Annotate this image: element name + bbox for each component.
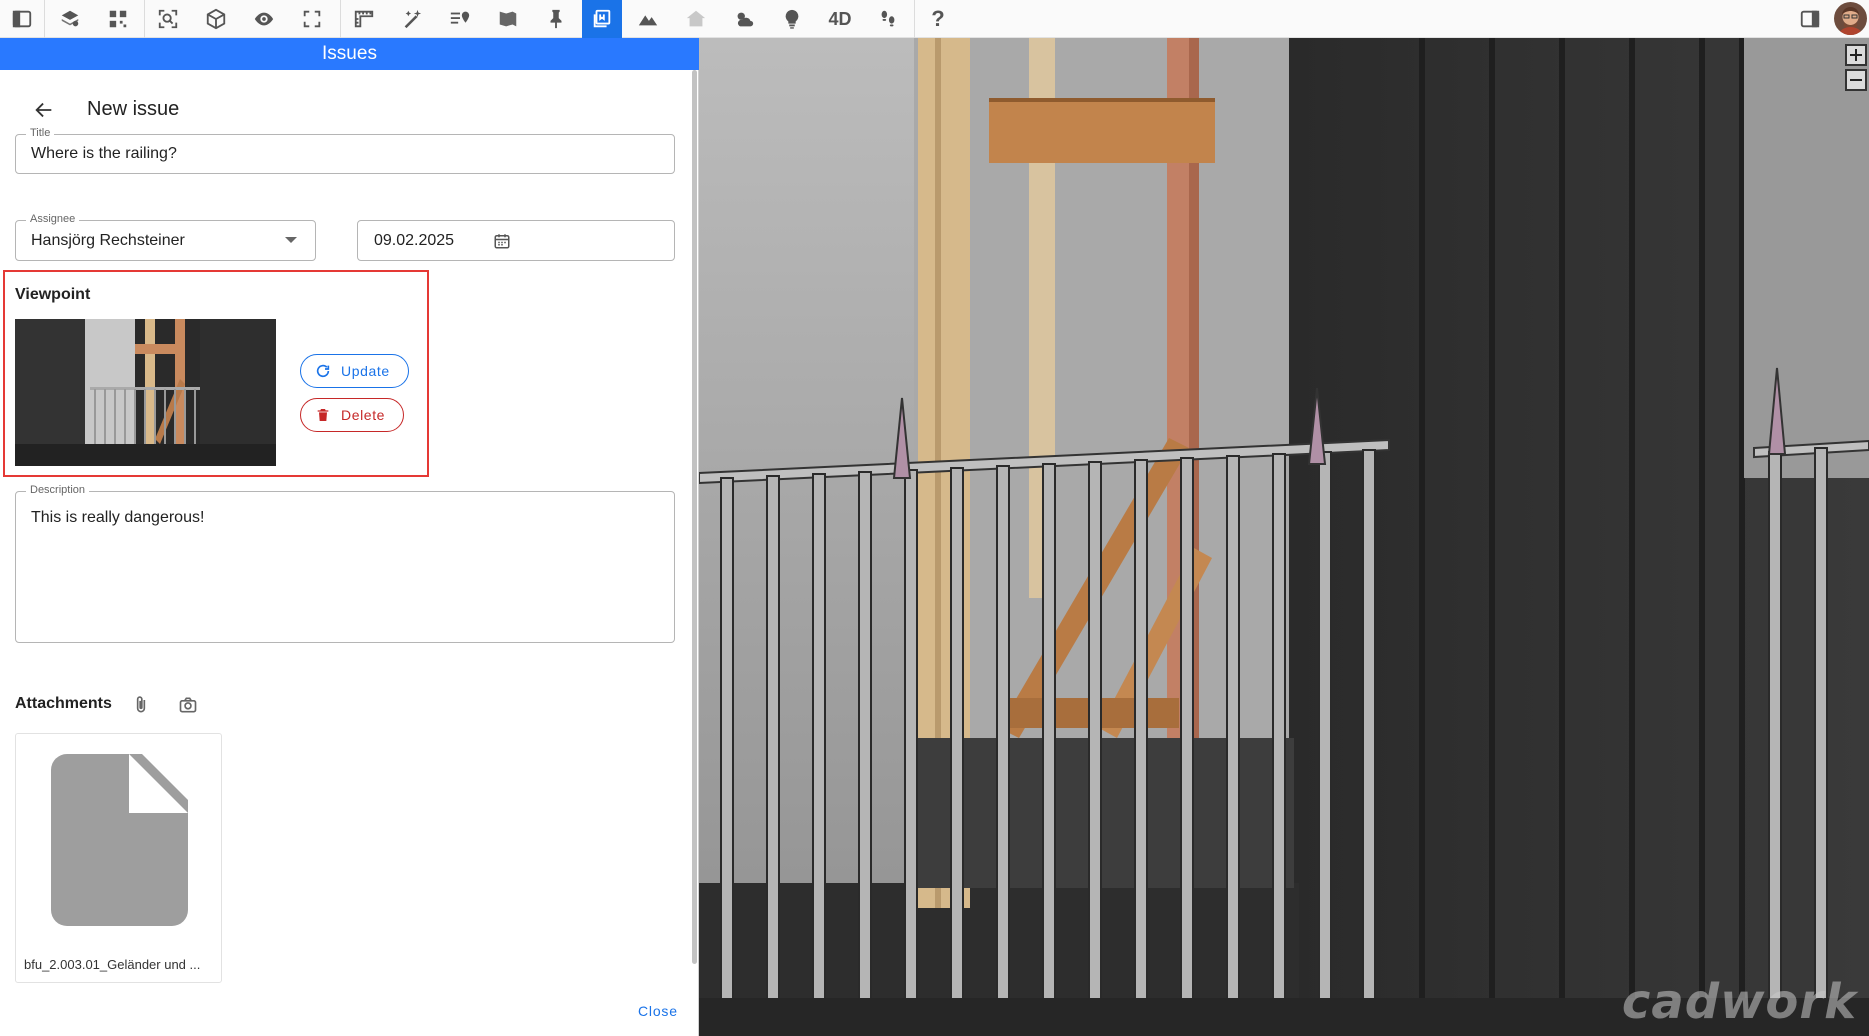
- sidebar-toggle-icon[interactable]: [2, 0, 42, 38]
- fullscreen-icon[interactable]: [292, 0, 332, 38]
- light-bulb-icon[interactable]: [772, 0, 812, 38]
- 3d-scene: [699, 38, 1869, 1036]
- walk-icon[interactable]: [868, 0, 908, 38]
- description-value[interactable]: This is really dangerous!: [31, 509, 204, 527]
- refresh-icon: [316, 364, 330, 378]
- issues-icon[interactable]: [582, 0, 622, 38]
- terrain-icon[interactable]: [628, 0, 668, 38]
- 3d-viewport[interactable]: cadwork: [699, 38, 1869, 1036]
- user-avatar[interactable]: [1834, 2, 1867, 35]
- description-label: Description: [26, 484, 90, 496]
- help-icon[interactable]: ?: [918, 0, 958, 38]
- issues-panel: Issues New issue Title Where is the rail…: [0, 38, 699, 1036]
- minus-icon: [1850, 79, 1862, 81]
- close-button[interactable]: Close: [638, 1003, 678, 1019]
- cadwork-watermark: cadwork: [1621, 974, 1857, 1030]
- assignee-select[interactable]: Assignee Hansjörg Rechsteiner: [15, 213, 316, 261]
- calendar-icon[interactable]: [493, 232, 511, 250]
- camera-icon[interactable]: [178, 695, 198, 715]
- location-list-icon[interactable]: [440, 0, 480, 38]
- title-field-value[interactable]: Where is the railing?: [31, 145, 177, 163]
- help-text: ?: [931, 6, 945, 31]
- update-button-label: Update: [341, 363, 390, 379]
- section-box-icon[interactable]: [488, 0, 528, 38]
- qr-code-icon[interactable]: [98, 0, 138, 38]
- right-panel-toggle-icon[interactable]: [1790, 0, 1830, 38]
- description-field[interactable]: Description This is really dangerous!: [15, 484, 675, 643]
- viewpoint-title: Viewpoint: [15, 286, 91, 303]
- paperclip-icon[interactable]: [131, 695, 151, 715]
- viewpoint-thumbnail[interactable]: [15, 319, 276, 466]
- layers-icon[interactable]: [50, 0, 90, 38]
- weather-icon[interactable]: [724, 0, 764, 38]
- 4d-text: 4D: [828, 8, 852, 29]
- cube-icon[interactable]: [196, 0, 236, 38]
- title-field-label: Title: [26, 127, 55, 139]
- plus-icon: [1850, 49, 1862, 61]
- update-viewpoint-button[interactable]: Update: [300, 354, 409, 388]
- pin-icon[interactable]: [536, 0, 576, 38]
- due-date-value[interactable]: 09.02.2025: [374, 232, 454, 250]
- due-date-field[interactable]: 09.02.2025: [357, 220, 675, 261]
- attachment-filename: bfu_2.003.01_Geländer und ...: [24, 957, 201, 972]
- zoom-in-button[interactable]: [1845, 44, 1867, 66]
- file-icon: [51, 754, 188, 926]
- issue-heading: New issue: [87, 98, 180, 120]
- panel-header: Issues: [0, 38, 699, 70]
- main-toolbar: 4D ?: [0, 0, 1869, 38]
- 4d-label[interactable]: 4D: [820, 0, 860, 38]
- zoom-out-button[interactable]: [1845, 69, 1867, 91]
- title-field[interactable]: Title Where is the railing?: [15, 127, 675, 174]
- magic-wand-icon[interactable]: [392, 0, 432, 38]
- ruler-icon[interactable]: [344, 0, 384, 38]
- back-arrow-icon[interactable]: [30, 96, 58, 124]
- zoom-selection-icon[interactable]: [148, 0, 188, 38]
- attachment-card[interactable]: bfu_2.003.01_Geländer und ...: [15, 733, 222, 983]
- assignee-label: Assignee: [26, 213, 80, 225]
- home-icon: [676, 0, 716, 38]
- panel-title: Issues: [322, 43, 377, 64]
- trash-icon: [317, 409, 329, 421]
- chevron-down-icon[interactable]: [285, 237, 297, 243]
- panel-scrollbar[interactable]: [692, 70, 697, 964]
- assignee-value: Hansjörg Rechsteiner: [31, 232, 185, 249]
- attachments-title: Attachments: [15, 695, 112, 712]
- eye-icon[interactable]: [244, 0, 284, 38]
- delete-viewpoint-button[interactable]: Delete: [300, 398, 404, 432]
- delete-button-label: Delete: [341, 407, 386, 423]
